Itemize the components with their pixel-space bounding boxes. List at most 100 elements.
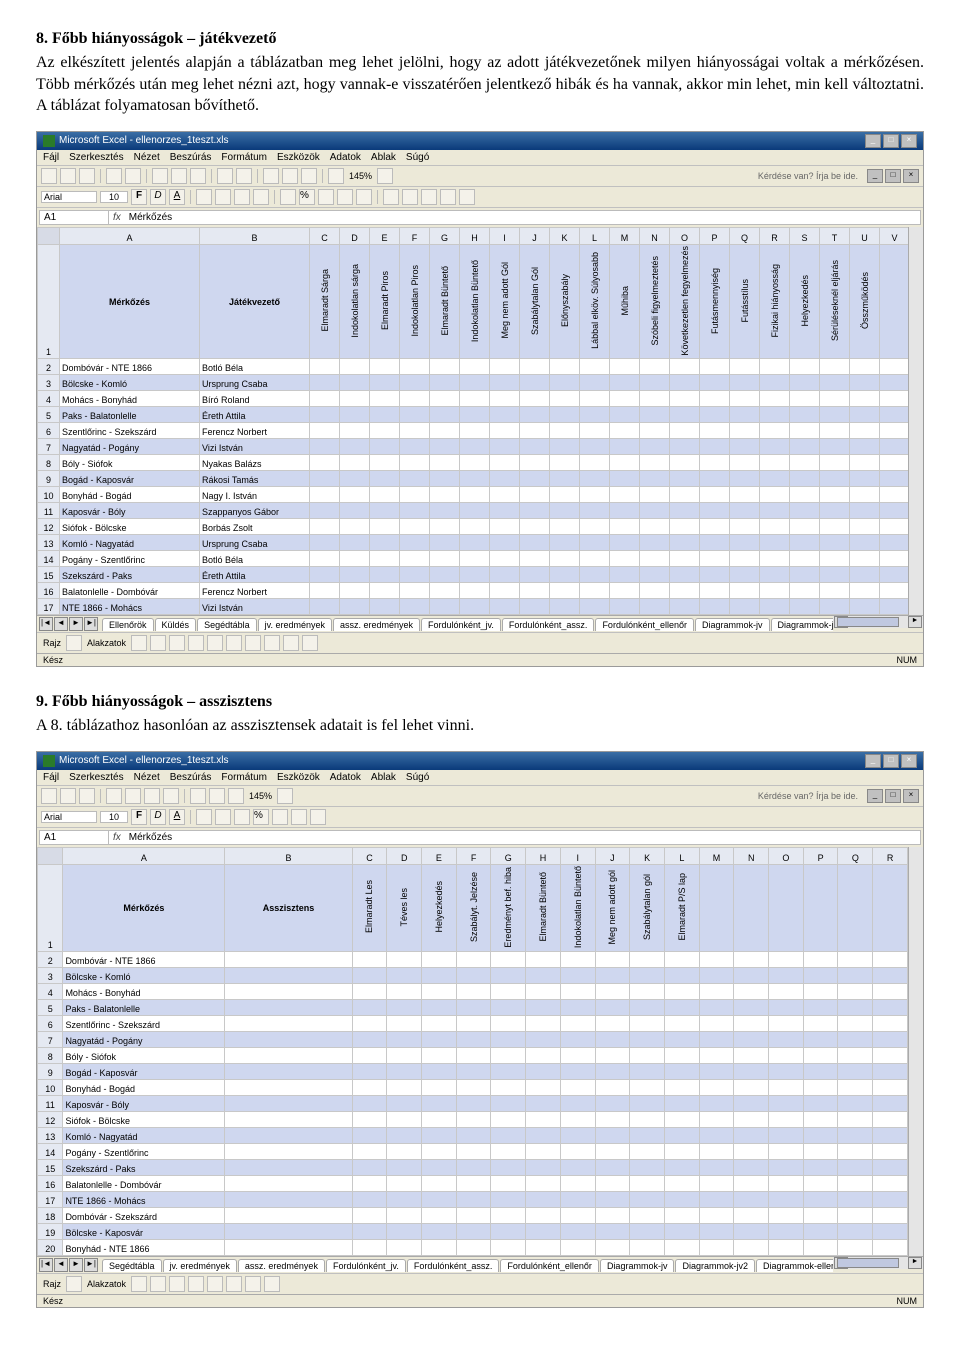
cell[interactable] (370, 567, 400, 583)
tab-first-icon[interactable]: |◄ (39, 1258, 53, 1272)
row-header[interactable]: 1 (38, 864, 63, 951)
cell[interactable] (550, 439, 580, 455)
col-header[interactable]: S (790, 227, 820, 244)
cell[interactable] (520, 583, 550, 599)
cell[interactable] (430, 487, 460, 503)
cell[interactable] (850, 487, 880, 503)
cell[interactable] (734, 1096, 769, 1112)
cell[interactable] (352, 1192, 387, 1208)
cell[interactable] (352, 1240, 387, 1256)
cell-match[interactable]: Szekszárd - Paks (60, 567, 200, 583)
row-header[interactable]: 20 (38, 1240, 63, 1256)
cell-match[interactable]: Komló - Nagyatád (60, 535, 200, 551)
cell[interactable] (873, 1160, 908, 1176)
cell[interactable] (838, 1240, 873, 1256)
rect-icon[interactable] (169, 1276, 185, 1292)
cell[interactable] (820, 359, 850, 375)
cell[interactable] (387, 952, 422, 968)
sheet-tab[interactable]: Diagrammok-jv (600, 1259, 675, 1272)
cell[interactable] (400, 439, 430, 455)
cell-person[interactable] (225, 1144, 352, 1160)
cell[interactable] (734, 1144, 769, 1160)
col-header[interactable]: C (310, 227, 340, 244)
cell[interactable] (340, 535, 370, 551)
rect-icon[interactable] (169, 635, 185, 651)
new-icon[interactable] (41, 168, 57, 184)
cell[interactable] (400, 551, 430, 567)
cell[interactable] (595, 1160, 630, 1176)
cell[interactable] (880, 599, 909, 615)
cell[interactable] (730, 375, 760, 391)
col-header[interactable]: M (699, 847, 734, 864)
cell[interactable] (400, 455, 430, 471)
cell[interactable] (734, 1208, 769, 1224)
minimize-button[interactable]: _ (865, 754, 881, 768)
cell-person[interactable]: Ursprung Csaba (200, 535, 310, 551)
select-icon[interactable] (66, 1276, 82, 1292)
cell[interactable] (595, 1224, 630, 1240)
cell[interactable] (400, 375, 430, 391)
cell[interactable] (456, 1080, 491, 1096)
cell[interactable] (352, 1064, 387, 1080)
cell[interactable] (730, 487, 760, 503)
merge-icon[interactable] (253, 189, 269, 205)
cell[interactable] (340, 551, 370, 567)
cell[interactable] (769, 1176, 804, 1192)
cell[interactable] (700, 391, 730, 407)
cell[interactable] (730, 599, 760, 615)
cell[interactable] (790, 503, 820, 519)
cell[interactable] (820, 455, 850, 471)
cell[interactable] (873, 1112, 908, 1128)
close-button[interactable]: × (901, 134, 917, 148)
row-header[interactable]: 3 (38, 375, 60, 391)
col-header[interactable]: M (610, 227, 640, 244)
cell[interactable] (422, 1240, 457, 1256)
italic-icon[interactable]: D (150, 189, 166, 205)
cell[interactable] (803, 1000, 838, 1016)
align-right-icon[interactable] (234, 189, 250, 205)
row-header[interactable]: 17 (38, 599, 60, 615)
cell[interactable] (387, 1240, 422, 1256)
redo-icon[interactable] (236, 168, 252, 184)
cell[interactable] (370, 455, 400, 471)
cell[interactable] (491, 1240, 526, 1256)
cell[interactable] (520, 487, 550, 503)
cell[interactable] (352, 1176, 387, 1192)
cell[interactable] (820, 519, 850, 535)
cell[interactable] (430, 471, 460, 487)
cell[interactable] (491, 1096, 526, 1112)
cell[interactable] (400, 391, 430, 407)
cell-match[interactable]: Dombóvár - Szekszárd (63, 1208, 225, 1224)
cell[interactable] (310, 503, 340, 519)
arrow-icon[interactable] (150, 635, 166, 651)
cell[interactable] (310, 583, 340, 599)
cell[interactable] (699, 968, 734, 984)
cell[interactable] (610, 407, 640, 423)
row-header[interactable]: 15 (38, 1160, 63, 1176)
preview-icon[interactable] (125, 168, 141, 184)
print-icon[interactable] (106, 788, 122, 804)
menu-beszúrás[interactable]: Beszúrás (170, 152, 212, 163)
cell[interactable] (790, 391, 820, 407)
cell[interactable] (760, 375, 790, 391)
col-header[interactable]: L (664, 847, 699, 864)
col-header[interactable]: U (850, 227, 880, 244)
col-header[interactable]: Q (838, 847, 873, 864)
autoshapes-menu[interactable]: Alakzatok (85, 638, 128, 648)
cell[interactable] (760, 503, 790, 519)
col-header[interactable]: V (880, 227, 909, 244)
row-header[interactable]: 13 (38, 535, 60, 551)
cell[interactable] (760, 599, 790, 615)
sheet-tab[interactable]: Segédtábla (102, 1259, 162, 1272)
horizontal-scrollbar[interactable]: ◄► (833, 1256, 923, 1269)
cell-person[interactable]: Ferencz Norbert (200, 583, 310, 599)
cell[interactable] (664, 1112, 699, 1128)
cell[interactable] (640, 391, 670, 407)
align-left-icon[interactable] (196, 189, 212, 205)
row-header[interactable]: 11 (38, 503, 60, 519)
col-header[interactable]: E (422, 847, 457, 864)
cell[interactable] (520, 503, 550, 519)
cell[interactable] (820, 583, 850, 599)
new-icon[interactable] (41, 788, 57, 804)
cell[interactable] (550, 423, 580, 439)
